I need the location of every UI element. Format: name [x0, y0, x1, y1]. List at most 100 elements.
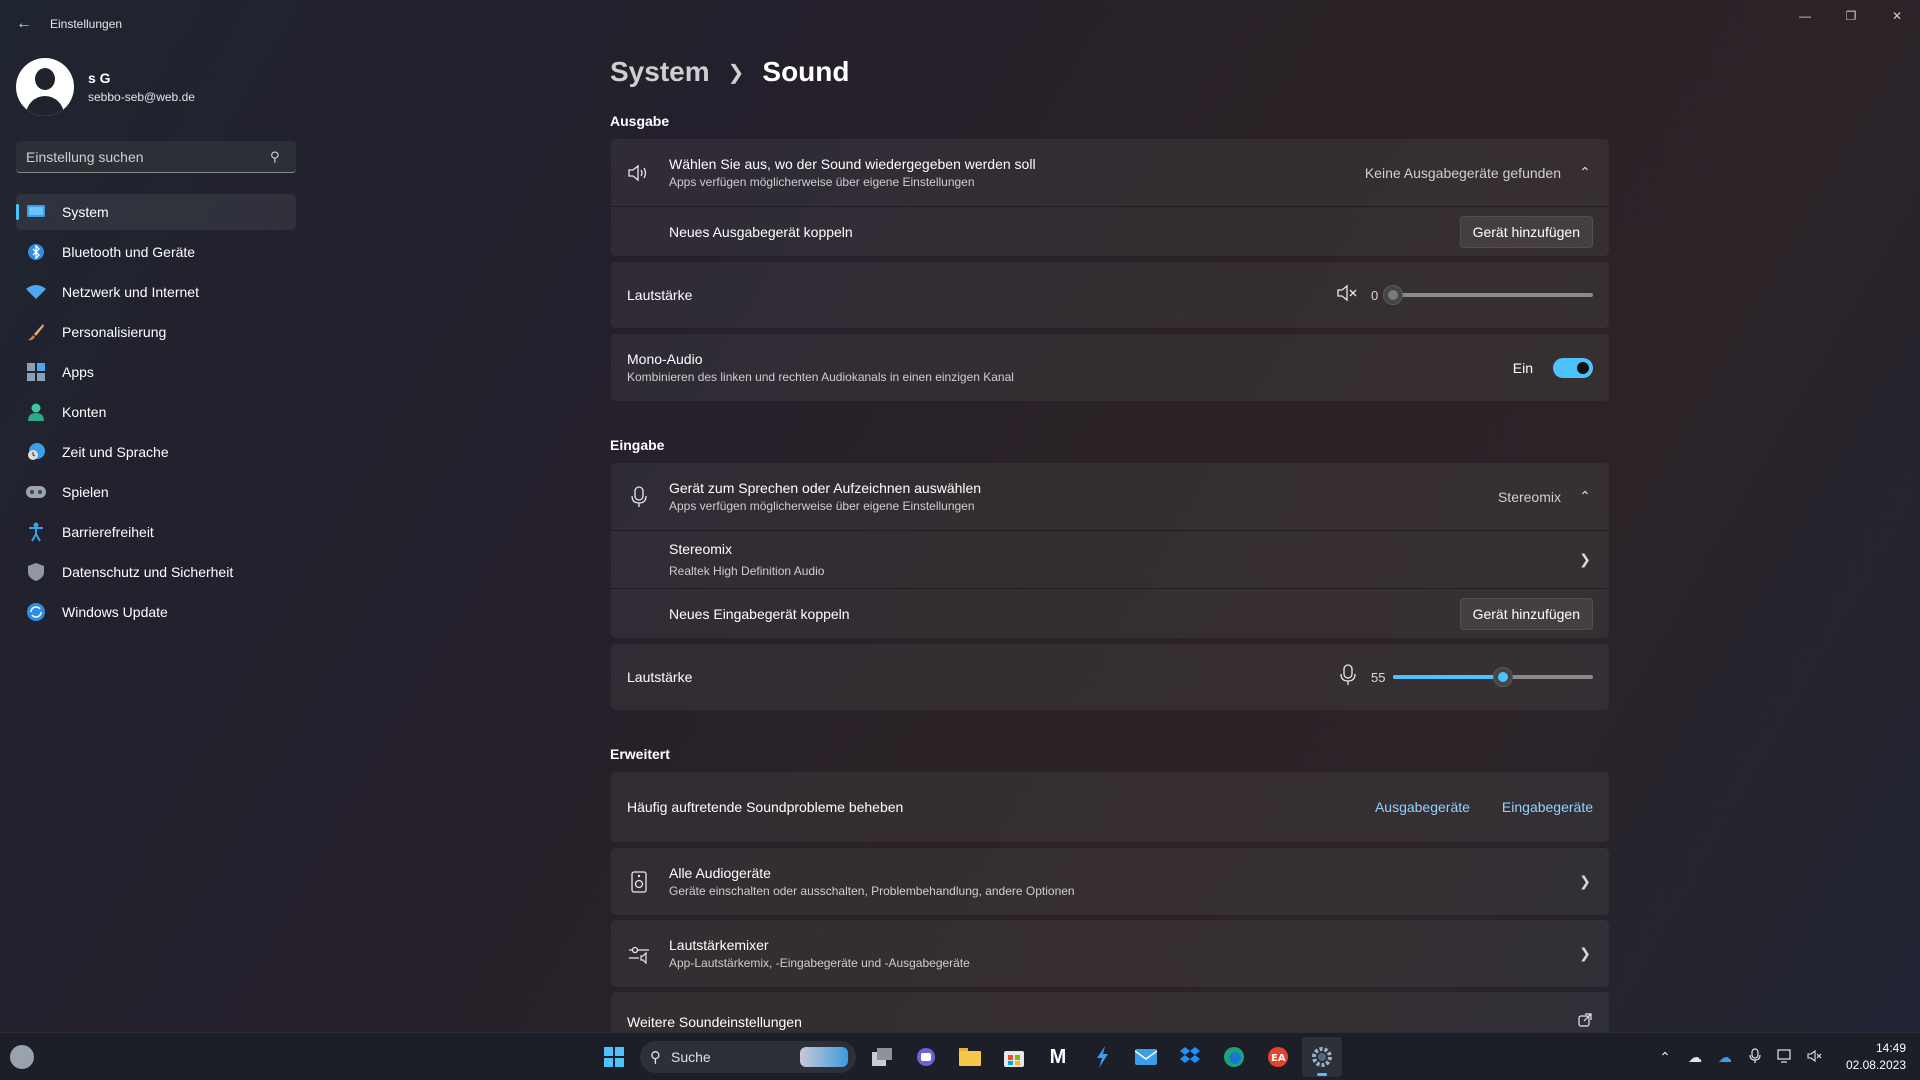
- search-input[interactable]: [26, 148, 270, 165]
- volume-mixer-row[interactable]: Lautstärkemixer App-Lautstärkemix, -Eing…: [611, 920, 1609, 987]
- window-controls: — ❐ ✕: [1782, 0, 1920, 32]
- input-volume-slider[interactable]: 55: [1337, 663, 1593, 691]
- profile-name: s G: [88, 70, 111, 86]
- mono-audio-toggle[interactable]: [1553, 357, 1593, 378]
- restore-icon[interactable]: ❐: [1828, 0, 1874, 32]
- troubleshoot-label: Häufig auftretende Soundprobleme beheben: [627, 799, 904, 815]
- close-icon[interactable]: ✕: [1874, 0, 1920, 32]
- output-volume-slider[interactable]: 0: [1337, 284, 1593, 307]
- cloud-icon[interactable]: ☁: [1680, 1049, 1710, 1066]
- input-device-item[interactable]: Stereomix Realtek High Definition Audio …: [611, 530, 1609, 588]
- microphone-icon: [627, 485, 651, 509]
- sidebar-item-system[interactable]: System: [16, 194, 296, 230]
- all-audio-devices-title: Alle Audiogeräte: [669, 865, 771, 881]
- system-tray: ⌃ ☁ ☁ 14:49 02.08.2023: [1650, 1033, 1920, 1080]
- input-device-name: Stereomix: [669, 541, 733, 557]
- bluetooth-icon: [26, 242, 46, 262]
- onedrive-icon[interactable]: ☁: [1710, 1049, 1740, 1066]
- volume-mixer-card[interactable]: Lautstärkemixer App-Lautstärkemix, -Eing…: [611, 920, 1609, 987]
- sidebar-item-windows-update[interactable]: Windows Update: [16, 594, 296, 630]
- sidebar-item-label: Netzwerk und Internet: [62, 284, 199, 300]
- output-select-subtitle: Apps verfügen möglicherweise über eigene…: [669, 175, 975, 189]
- sidebar-item-label: Spielen: [62, 484, 109, 500]
- output-volume-track[interactable]: [1383, 285, 1593, 305]
- sidebar-item-accessibility[interactable]: Barrierefreiheit: [16, 514, 296, 550]
- add-output-device-button[interactable]: Gerät hinzufügen: [1459, 215, 1593, 248]
- app-title: Einstellungen: [50, 17, 123, 31]
- search-icon[interactable]: ⚲: [270, 149, 286, 165]
- troubleshoot-input-link[interactable]: Eingabegeräte: [1502, 799, 1593, 815]
- user-profile[interactable]: s G sebbo-seb@web.de: [16, 58, 195, 116]
- add-input-device-button[interactable]: Gerät hinzufügen: [1459, 597, 1593, 630]
- troubleshoot-output-link[interactable]: Ausgabegeräte: [1375, 799, 1470, 815]
- chevron-up-icon[interactable]: ⌃: [1577, 164, 1593, 181]
- dropbox-icon[interactable]: [1170, 1037, 1210, 1077]
- all-audio-devices-row[interactable]: Alle Audiogeräte Geräte einschalten oder…: [611, 848, 1609, 915]
- chevron-right-icon: ❯: [727, 61, 745, 84]
- page-title: Sound: [762, 56, 850, 87]
- apps-icon: [26, 362, 46, 382]
- volume-mixer-title: Lautstärkemixer: [669, 937, 769, 953]
- more-sound-settings-label: Weitere Soundeinstellungen: [627, 1014, 802, 1030]
- weather-icon[interactable]: [10, 1045, 34, 1069]
- file-explorer-icon[interactable]: [950, 1037, 990, 1077]
- sidebar-item-apps[interactable]: Apps: [16, 354, 296, 390]
- mail-icon[interactable]: [1126, 1037, 1166, 1077]
- task-view-icon[interactable]: [862, 1037, 902, 1077]
- troubleshoot-card: Häufig auftretende Soundprobleme beheben…: [611, 772, 1609, 842]
- update-icon: [26, 602, 46, 622]
- sidebar-item-privacy[interactable]: Datenschutz und Sicherheit: [16, 554, 296, 590]
- sidebar-item-network[interactable]: Netzwerk und Internet: [16, 274, 296, 310]
- sidebar-item-personalization[interactable]: Personalisierung: [16, 314, 296, 350]
- sidebar-item-accounts[interactable]: Konten: [16, 394, 296, 430]
- microphone-icon[interactable]: [1337, 663, 1359, 691]
- taskbar-clock[interactable]: 14:49 02.08.2023: [1830, 1040, 1920, 1074]
- taskbar-search[interactable]: ⚲ Suche: [640, 1041, 856, 1073]
- monitor-icon: [26, 202, 46, 222]
- microphone-icon[interactable]: [1740, 1047, 1770, 1067]
- chevron-up-icon[interactable]: ⌃: [1650, 1049, 1680, 1066]
- troubleshoot-row: Häufig auftretende Soundprobleme beheben…: [611, 772, 1609, 842]
- sidebar-item-time-language[interactable]: Zeit und Sprache: [16, 434, 296, 470]
- breadcrumb-parent[interactable]: System: [610, 56, 710, 88]
- sidebar-item-label: System: [62, 204, 109, 220]
- clock-date: 02.08.2023: [1845, 1058, 1906, 1072]
- m-app-icon[interactable]: M: [1038, 1037, 1078, 1077]
- ea-app-icon[interactable]: EA: [1258, 1037, 1298, 1077]
- avatar: [16, 58, 74, 116]
- all-audio-devices-card[interactable]: Alle Audiogeräte Geräte einschalten oder…: [611, 848, 1609, 915]
- visual-studio-code-icon[interactable]: [1082, 1037, 1122, 1077]
- volume-muted-icon[interactable]: [1800, 1049, 1830, 1066]
- profile-email: sebbo-seb@web.de: [88, 90, 195, 104]
- input-volume-track[interactable]: [1393, 667, 1593, 687]
- clock-time: 14:49: [1875, 1041, 1906, 1055]
- output-device-select[interactable]: Wählen Sie aus, wo der Sound wiedergegeb…: [611, 139, 1609, 206]
- microsoft-store-icon[interactable]: [994, 1037, 1034, 1077]
- settings-gear-icon[interactable]: [1302, 1037, 1342, 1077]
- input-volume-thumb[interactable]: [1493, 667, 1513, 687]
- more-sound-settings-row[interactable]: Weitere Soundeinstellungen: [611, 992, 1609, 1032]
- start-button-icon[interactable]: [594, 1037, 634, 1077]
- sidebar-item-bluetooth[interactable]: Bluetooth und Geräte: [16, 234, 296, 270]
- speaker-muted-icon[interactable]: [1337, 284, 1359, 307]
- mono-audio-title: Mono-Audio: [627, 351, 703, 367]
- output-pair-label: Neues Ausgabegerät koppeln: [669, 223, 853, 240]
- input-device-select[interactable]: Gerät zum Sprechen oder Aufzeichnen ausw…: [611, 463, 1609, 530]
- output-volume-label: Lautstärke: [627, 287, 693, 303]
- output-volume-thumb[interactable]: [1383, 285, 1403, 305]
- edge-browser-icon[interactable]: [1214, 1037, 1254, 1077]
- back-arrow-icon[interactable]: ←: [12, 12, 36, 36]
- minimize-icon[interactable]: —: [1782, 0, 1828, 32]
- more-sound-settings-card[interactable]: Weitere Soundeinstellungen: [611, 992, 1609, 1032]
- output-select-title: Wählen Sie aus, wo der Sound wiedergegeb…: [669, 156, 1036, 172]
- input-select-value: Stereomix: [1497, 488, 1561, 505]
- teams-chat-icon[interactable]: [906, 1037, 946, 1077]
- sidebar-item-label: Bluetooth und Geräte: [62, 244, 196, 260]
- chevron-up-icon[interactable]: ⌃: [1577, 488, 1593, 505]
- network-icon[interactable]: [1770, 1048, 1800, 1066]
- sidebar-item-gaming[interactable]: Spielen: [16, 474, 296, 510]
- settings-search: ⚲: [16, 141, 296, 173]
- speaker-icon: [627, 161, 651, 185]
- input-volume-value: 55: [1371, 669, 1386, 685]
- volume-mixer-subtitle: App-Lautstärkemix, -Eingabegeräte und -A…: [669, 956, 970, 970]
